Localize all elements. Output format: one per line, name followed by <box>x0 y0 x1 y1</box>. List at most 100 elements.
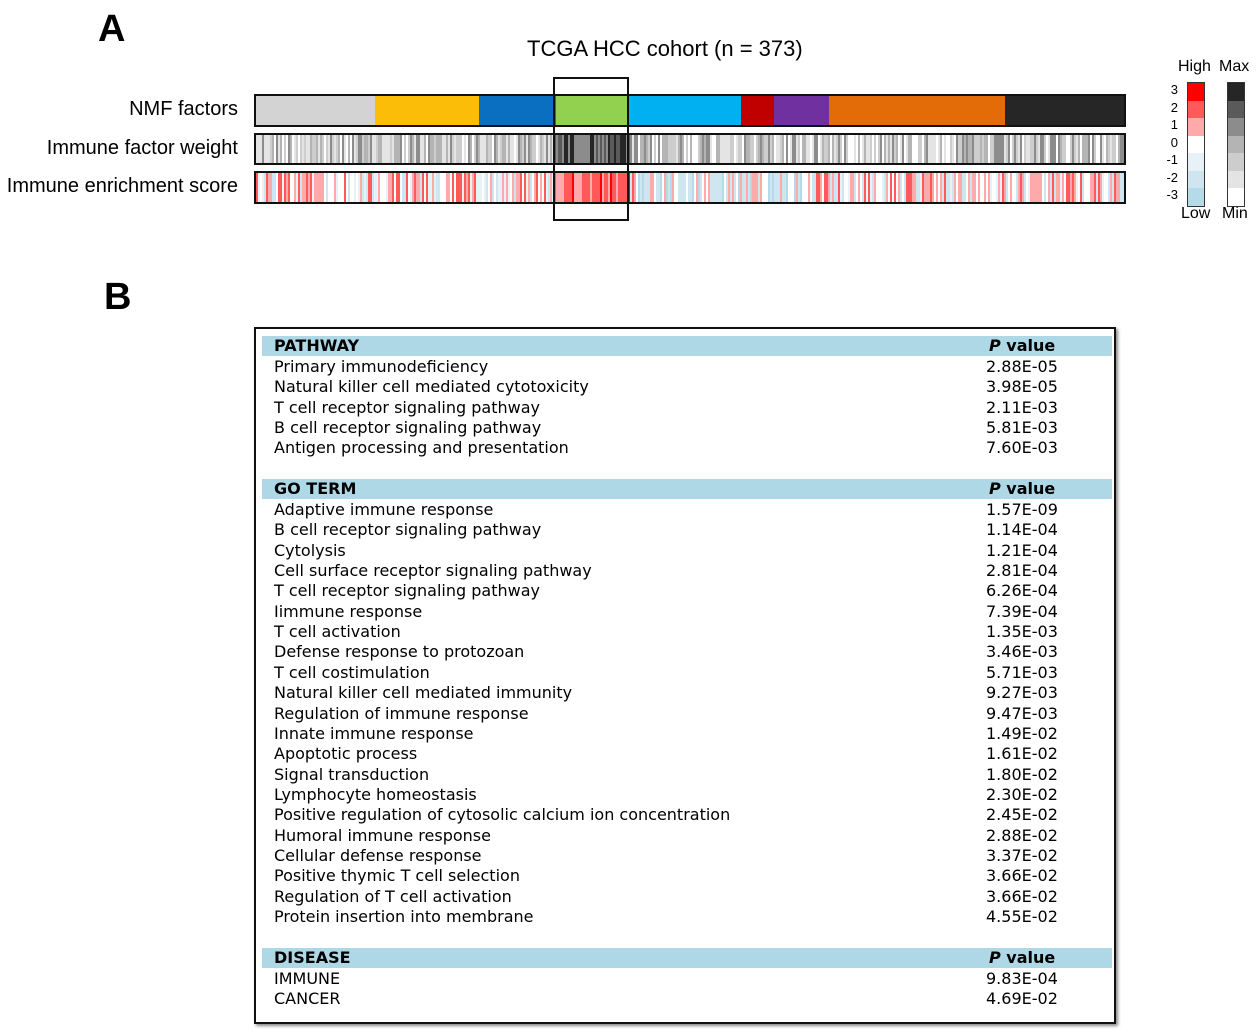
legend-gray-cell <box>1228 188 1244 206</box>
p-value: 1.21E-04 <box>986 540 1058 560</box>
term-label: Innate immune response <box>274 723 474 743</box>
legend-color-cell <box>1188 135 1204 153</box>
legend-color-cell <box>1188 83 1204 101</box>
table-row: Natural killer cell mediated immunity 9.2… <box>274 683 1104 703</box>
legend-gray-cell <box>1228 83 1244 101</box>
legend-gray-cell <box>1228 135 1244 153</box>
term-label: Natural killer cell mediated immunity <box>274 683 573 703</box>
nmf-factor-segment <box>629 96 741 125</box>
p-value: 7.60E-03 <box>986 438 1058 458</box>
p-value: 2.88E-05 <box>986 357 1058 376</box>
immune-enrichment-score-track <box>254 171 1126 204</box>
row-label-immune-factor-weight: Immune factor weight <box>46 137 238 159</box>
p-value: 1.61E-02 <box>986 744 1058 764</box>
table-row: Apoptotic process 1.61E-02 <box>274 744 1104 764</box>
weight-color-legend <box>1227 82 1245 207</box>
section-title: DISEASE <box>274 948 351 967</box>
p-value: 2.30E-02 <box>986 784 1058 804</box>
weight-stripe <box>1122 135 1124 163</box>
p-value: 9.83E-04 <box>986 969 1058 988</box>
legend-color-cell <box>1188 170 1204 188</box>
term-label: Regulation of immune response <box>274 703 529 723</box>
table-row: Cellular defense response 3.37E-02 <box>274 846 1104 866</box>
section-title: GO TERM <box>274 479 357 498</box>
p-value: 3.46E-03 <box>986 642 1058 662</box>
p-value: 6.26E-04 <box>986 581 1058 601</box>
legend-gray-cell <box>1228 100 1244 118</box>
term-label: Lymphocyte homeostasis <box>274 784 477 804</box>
term-label: Positive thymic T cell selection <box>274 866 520 886</box>
table-row: Adaptive immune response 1.57E-09 <box>274 500 1104 520</box>
p-value: 4.69E-02 <box>986 989 1058 1009</box>
table-row: CANCER 4.69E-02 <box>274 989 1104 1009</box>
table-row: Regulation of T cell activation 3.66E-02 <box>274 887 1104 907</box>
term-label: Regulation of T cell activation <box>274 886 512 906</box>
term-label: Cytolysis <box>274 540 346 560</box>
table-row: Positive regulation of cytosolic calcium… <box>274 805 1104 825</box>
p-value: 5.81E-03 <box>986 418 1058 438</box>
p-value: 1.35E-03 <box>986 622 1058 642</box>
term-label: Humoral immune response <box>274 825 491 845</box>
p-value: 1.80E-02 <box>986 764 1058 784</box>
row-label-nmf-factors: NMF factors <box>129 98 238 120</box>
legend-tick: 0 <box>1170 134 1178 150</box>
term-label: Signal transduction <box>274 764 430 784</box>
p-value: 7.39E-04 <box>986 601 1058 621</box>
p-value: 2.81E-04 <box>986 561 1058 581</box>
immune-factor-weight-track <box>254 133 1126 165</box>
term-label: Adaptive immune response <box>274 500 494 519</box>
term-label: T cell costimulation <box>274 662 430 682</box>
legend-color-cell <box>1188 188 1204 206</box>
p-value-header: P value <box>989 336 1056 355</box>
p-value: 2.11E-03 <box>986 397 1058 417</box>
p-value-header: P value <box>989 479 1056 498</box>
p-value: 3.66E-02 <box>986 866 1058 886</box>
p-value: 1.57E-09 <box>986 500 1058 519</box>
table-row: Defense response to protozoan 3.46E-03 <box>274 642 1104 662</box>
table-row: Protein insertion into membrane 4.55E-02 <box>274 907 1104 927</box>
cohort-title: TCGA HCC cohort (n = 373) <box>527 36 803 61</box>
legend-color-cell <box>1188 118 1204 136</box>
p-value: 3.37E-02 <box>986 845 1058 865</box>
table-row: Humoral immune response 2.88E-02 <box>274 826 1104 846</box>
term-label: Natural killer cell mediated cytotoxicit… <box>274 377 589 397</box>
term-label: IMMUNE <box>274 969 341 988</box>
term-label: T cell receptor signaling pathway <box>274 397 540 417</box>
term-label: Antigen processing and presentation <box>274 438 569 458</box>
score-stripe <box>1122 173 1124 202</box>
term-label: Cell surface receptor signaling pathway <box>274 561 592 581</box>
p-value: 1.14E-04 <box>986 520 1058 540</box>
p-value: 2.45E-02 <box>986 805 1058 825</box>
legend-high-label: High <box>1178 58 1211 75</box>
legend-color-cell <box>1188 153 1204 171</box>
term-label: B cell receptor signaling pathway <box>274 418 542 438</box>
immune-factor-highlight-box <box>553 77 629 221</box>
term-label: Protein insertion into membrane <box>274 907 534 926</box>
term-label: Defense response to protozoan <box>274 642 525 662</box>
table-row: T cell receptor signaling pathway 2.11E-0… <box>274 398 1104 418</box>
table-row: T cell receptor signaling pathway 6.26E-0… <box>274 581 1104 601</box>
p-value: 5.71E-03 <box>986 662 1058 682</box>
legend-tick: -2 <box>1166 169 1178 185</box>
nmf-factor-segment <box>829 96 1005 125</box>
term-label: Apoptotic process <box>274 744 418 764</box>
legend-tick: -1 <box>1166 152 1178 167</box>
table-row: T cell activation 1.35E-03 <box>274 622 1104 642</box>
table-row: Cell surface receptor signaling pathway 2… <box>274 561 1104 581</box>
p-value: 1.49E-02 <box>986 723 1058 743</box>
enrichment-table: PATHWAY P value Primary immunodeficiency 2.… <box>254 327 1116 1024</box>
term-label: B cell receptor signaling pathway <box>274 520 542 540</box>
term-label: T cell receptor signaling pathway <box>274 581 540 601</box>
legend-max-label: Max <box>1219 58 1250 75</box>
legend-tick: 3 <box>1170 82 1178 97</box>
table-row: Lymphocyte homeostasis 2.30E-02 <box>274 785 1104 805</box>
p-value: 9.47E-03 <box>986 703 1058 723</box>
nmf-factors-track <box>254 94 1126 127</box>
panel-label-b: B <box>104 276 132 318</box>
term-label: Positive regulation of cytosolic calcium… <box>274 805 731 825</box>
p-value-header: P value <box>989 948 1056 967</box>
legend-gray-cell <box>1228 170 1244 188</box>
section-header: PATHWAY P value <box>262 336 1112 356</box>
legend-gray-cell <box>1228 118 1244 136</box>
term-label: T cell activation <box>274 622 401 642</box>
